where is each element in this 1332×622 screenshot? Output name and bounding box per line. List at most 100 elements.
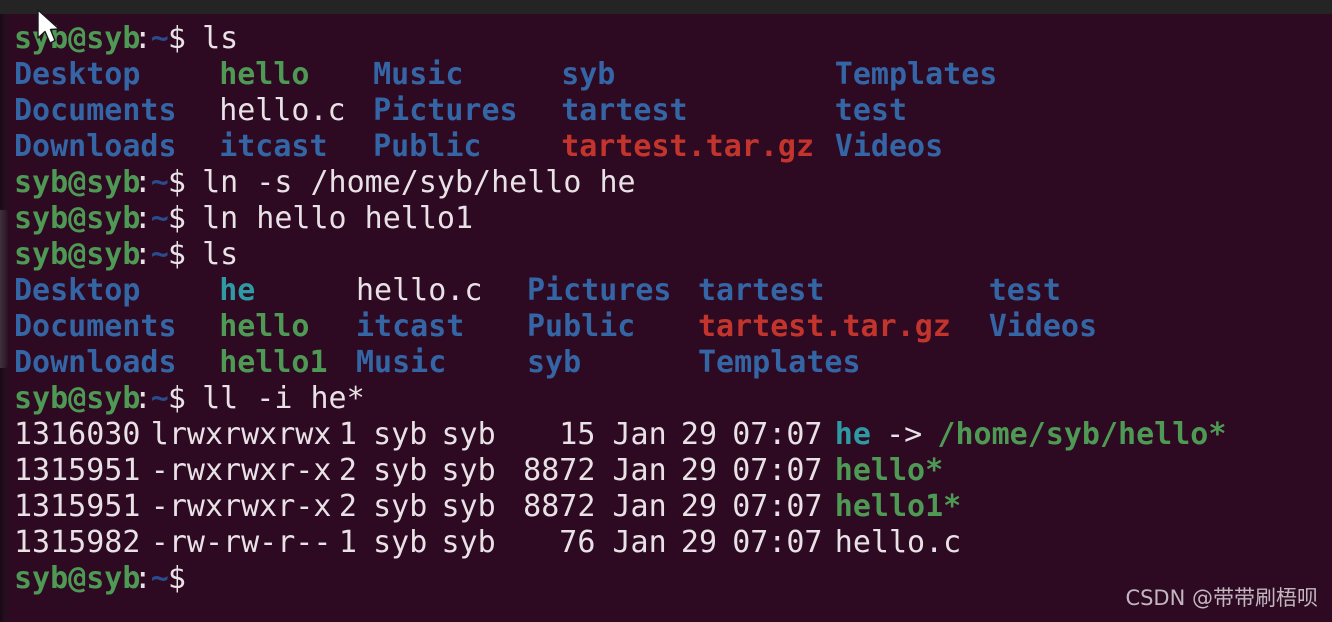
ls-entry: Documents [14, 93, 177, 128]
inode-number: 1315951 [14, 489, 141, 524]
mod-time: 07:07 [732, 489, 823, 524]
ls-entry: tartest.tar.gz [698, 309, 951, 344]
mod-month: Jan [612, 453, 667, 488]
terminal-screenshot: syb@syb: ~ $ ls Desktop hello Music syb Template… [0, 0, 1332, 622]
mod-time: 07:07 [732, 453, 823, 488]
ls-entry: test [834, 93, 908, 128]
mod-day: 29 [680, 525, 718, 560]
prompt-dollar: $ [167, 201, 186, 236]
file-size: 76 [559, 525, 596, 560]
mod-month: Jan [612, 417, 667, 452]
ls-entry: Videos [834, 129, 944, 164]
ls-entry: Templates [834, 57, 998, 92]
ls-entry: Documents [14, 309, 177, 344]
ls-entry: itcast [219, 129, 328, 164]
prompt-userhost: syb@syb [14, 561, 141, 596]
prompt-path: ~ [150, 165, 169, 200]
file-size: 8872 [523, 489, 596, 524]
ls-entry: he [219, 273, 256, 308]
file-name: hello1* [834, 489, 962, 524]
mod-day: 29 [680, 453, 718, 488]
inode-number: 1315951 [14, 453, 141, 488]
ls-entry: Downloads [14, 129, 177, 164]
ls-entry: Pictures [527, 273, 672, 308]
prompt-userhost: syb@syb [14, 201, 141, 236]
prompt-dollar: $ [167, 165, 186, 200]
ls-entry: Music [373, 57, 464, 92]
ls-entry: Public [527, 309, 636, 344]
prompt-colon: : [133, 561, 152, 596]
ls-entry: tartest [561, 93, 688, 128]
mod-time: 07:07 [732, 525, 823, 560]
ls-entry: hello.c [219, 93, 346, 128]
command-text: ln -s /home/syb/hello he [202, 165, 636, 200]
mod-month: Jan [612, 525, 667, 560]
prompt-path: ~ [150, 237, 169, 272]
prompt-path: ~ [150, 201, 169, 236]
link-count: 1 [338, 525, 357, 560]
group-name: syb [441, 489, 496, 524]
link-count: 2 [338, 453, 357, 488]
owner-name: syb [373, 489, 428, 524]
ls-entry: Downloads [14, 345, 177, 380]
inode-number: 1316030 [14, 417, 141, 452]
window-titlebar [0, 0, 1332, 14]
symlink-target: /home/syb/hello* [937, 417, 1227, 452]
terminal-output[interactable]: syb@syb: ~ $ ls Desktop hello Music syb Template… [0, 14, 1332, 622]
command-text: ls [202, 237, 239, 272]
owner-name: syb [373, 453, 428, 488]
prompt-dollar: $ [167, 561, 186, 596]
command-text: ls [202, 21, 239, 56]
owner-name: syb [373, 525, 428, 560]
csdn-watermark: CSDN @带带刷梧呗 [1125, 586, 1318, 610]
ls-entry: syb [561, 57, 616, 92]
group-name: syb [441, 417, 496, 452]
prompt-dollar: $ [167, 237, 186, 272]
owner-name: syb [373, 417, 428, 452]
prompt-userhost: syb@syb [14, 237, 141, 272]
mod-day: 29 [680, 417, 718, 452]
prompt-path: ~ [150, 381, 169, 416]
ls-entry: test [988, 273, 1061, 308]
group-name: syb [441, 525, 496, 560]
mod-month: Jan [612, 489, 667, 524]
ls-entry: Templates [698, 345, 861, 380]
ls-entry: Videos [988, 309, 1098, 344]
ls-entry: syb [527, 345, 582, 380]
ls-entry: Desktop [14, 273, 141, 308]
ls-entry: Desktop [14, 57, 141, 92]
prompt-path: ~ [150, 21, 169, 56]
mod-time: 07:07 [732, 417, 823, 452]
file-size: 8872 [523, 453, 596, 488]
prompt-colon: : [133, 21, 152, 56]
ls-entry: tartest.tar.gz [561, 129, 815, 164]
ls-entry: Pictures [373, 93, 518, 128]
prompt-userhost: syb@syb [14, 21, 141, 56]
ls-entry: hello1 [219, 345, 328, 380]
permissions: -rw-rw-r-- [150, 525, 332, 560]
ls-entry: Music [356, 345, 447, 380]
group-name: syb [441, 453, 496, 488]
prompt-userhost: syb@syb [14, 381, 141, 416]
prompt-userhost: syb@syb [14, 165, 141, 200]
file-name: he [834, 417, 871, 452]
symlink-arrow: -> [886, 417, 923, 452]
ls-entry: Public [373, 129, 482, 164]
prompt-colon: : [133, 201, 152, 236]
permissions: -rwxrwxr-x [150, 453, 332, 488]
file-name: hello* [834, 453, 944, 488]
ls-entry: itcast [356, 309, 465, 344]
prompt-colon: : [133, 165, 152, 200]
permissions: lrwxrwxrwx [150, 417, 332, 452]
file-name: hello.c [834, 525, 962, 560]
prompt-colon: : [133, 237, 152, 272]
mod-day: 29 [680, 489, 718, 524]
inode-number: 1315982 [14, 525, 141, 560]
ls-entry: hello [219, 309, 310, 344]
link-count: 1 [338, 417, 357, 452]
prompt-dollar: $ [167, 381, 186, 416]
link-count: 2 [338, 489, 357, 524]
ls-entry: tartest [698, 273, 825, 308]
prompt-colon: : [133, 381, 152, 416]
command-text: ll -i he* [202, 381, 365, 416]
